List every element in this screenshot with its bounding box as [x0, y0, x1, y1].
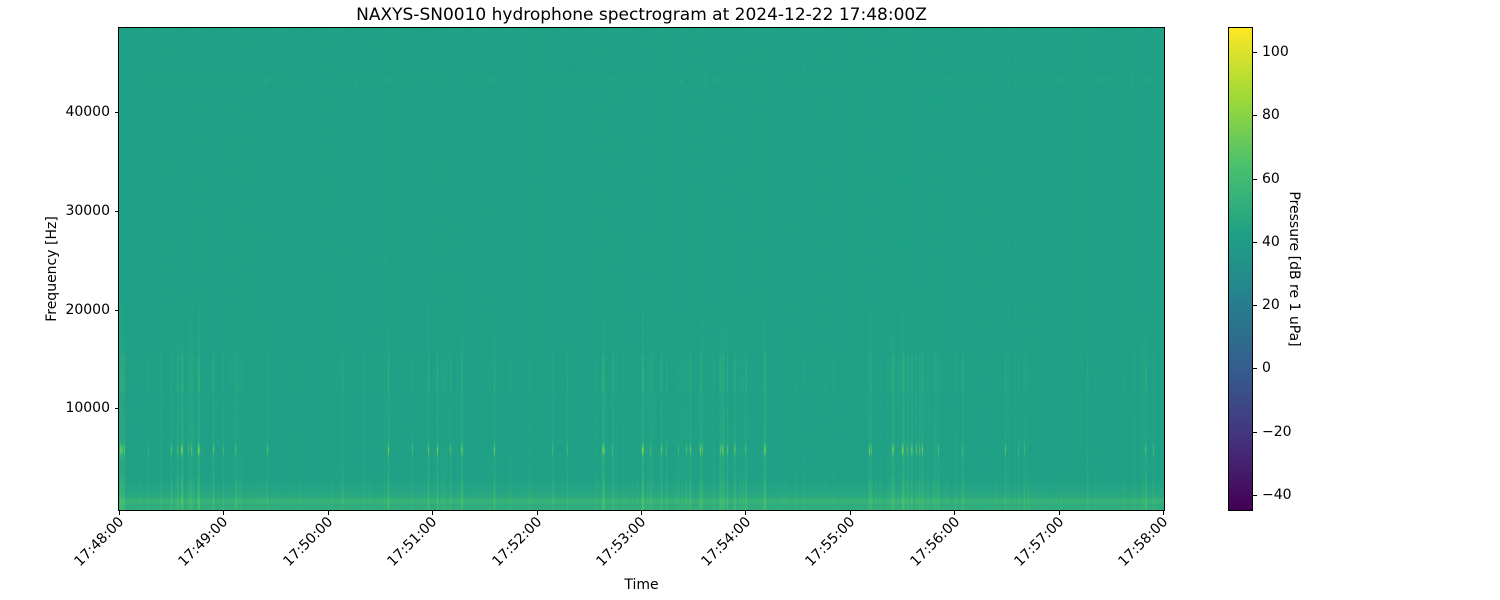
x-tick-mark	[849, 511, 851, 515]
x-tick-mark	[223, 511, 224, 515]
x-tick-label: 17:56:00	[907, 514, 964, 570]
colorbar-tick-mark	[1253, 368, 1257, 369]
colorbar-tick-mark	[1253, 432, 1257, 433]
x-tick-label: 17:49:00	[175, 514, 232, 570]
x-tick-label: 17:54:00	[698, 514, 755, 570]
x-tick-mark	[118, 511, 120, 515]
x-tick-label: 17:58:00	[1115, 514, 1172, 570]
y-tick-mark	[115, 211, 119, 212]
colorbar-tick-mark	[1253, 242, 1257, 243]
colorbar-tick-label: −40	[1262, 487, 1292, 503]
colorbar-tick-label: 40	[1262, 234, 1280, 250]
x-tick-label: 17:57:00	[1011, 514, 1068, 570]
x-tick-label: 17:52:00	[489, 514, 546, 570]
y-tick-mark	[115, 112, 119, 113]
x-tick-label: 17:50:00	[280, 514, 337, 570]
y-tick-label: 40000	[65, 104, 110, 120]
x-tick-mark	[745, 511, 746, 515]
y-tick-label: 10000	[65, 400, 110, 416]
colorbar-tick-label: 80	[1262, 107, 1280, 123]
colorbar-tick-mark	[1253, 179, 1257, 180]
x-axis-label: Time	[624, 577, 659, 593]
x-tick-mark	[641, 511, 642, 515]
x-tick-mark	[1163, 511, 1164, 515]
x-tick-label: 17:53:00	[593, 514, 650, 570]
spectrogram-canvas	[118, 27, 1165, 511]
x-tick-mark	[1058, 511, 1060, 515]
colorbar-tick-mark	[1253, 495, 1257, 496]
x-tick-mark	[432, 511, 433, 515]
y-tick-label: 20000	[65, 302, 110, 318]
colorbar-tick-mark	[1253, 115, 1257, 116]
x-tick-mark	[536, 511, 538, 515]
colorbar-tick-label: 20	[1262, 297, 1280, 313]
y-tick-mark	[115, 408, 119, 409]
x-tick-label: 17:51:00	[384, 514, 441, 570]
colorbar-tick-label: −20	[1262, 424, 1292, 440]
x-tick-label: 17:55:00	[802, 514, 859, 570]
colorbar-gradient	[1228, 27, 1253, 511]
x-tick-mark	[954, 511, 955, 515]
spectrogram-figure: NAXYS-SN0010 hydrophone spectrogram at 2…	[0, 0, 1500, 600]
colorbar-tick-label: 60	[1262, 171, 1280, 187]
colorbar-tick-mark	[1253, 52, 1257, 53]
colorbar-tick-mark	[1253, 305, 1257, 306]
colorbar-tick-label: 100	[1262, 44, 1289, 60]
colorbar-label: Pressure [dB re 1 uPa]	[1286, 191, 1302, 347]
x-tick-label: 17:48:00	[71, 514, 128, 570]
y-tick-label: 30000	[65, 203, 110, 219]
y-tick-mark	[115, 310, 119, 311]
x-tick-mark	[327, 511, 329, 515]
chart-title: NAXYS-SN0010 hydrophone spectrogram at 2…	[356, 5, 927, 25]
colorbar-tick-label: 0	[1262, 360, 1271, 376]
